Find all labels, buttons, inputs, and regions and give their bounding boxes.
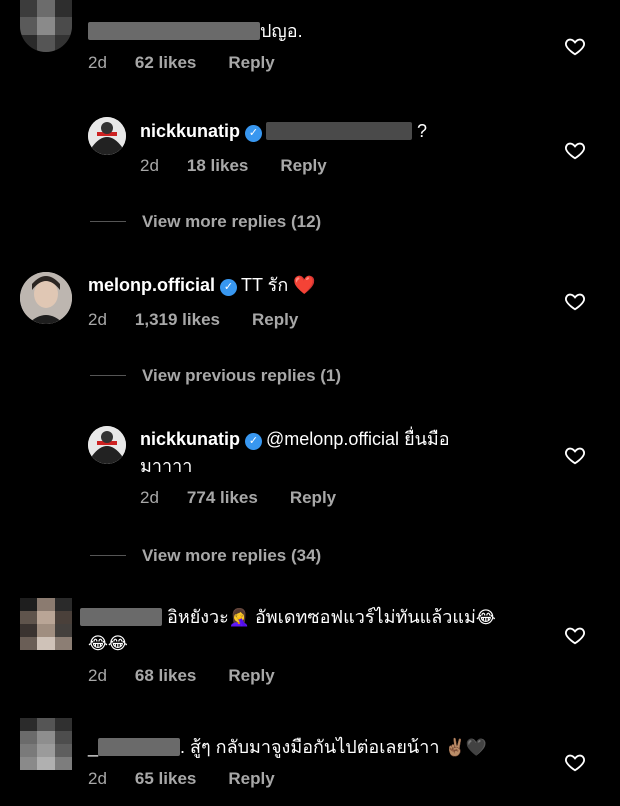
username[interactable]: nickkunatip (140, 429, 240, 449)
red-heart-emoji: ❤️ (293, 275, 316, 295)
comment-text: melonp.official ✓ TT รัก ❤️ (88, 275, 316, 296)
redacted-text (88, 22, 260, 40)
reply-button[interactable]: Reply (228, 666, 274, 685)
comment-text: nickkunatip ✓ @melonp.official ยื่นมือ (140, 429, 450, 450)
heart-outline-icon[interactable] (564, 139, 586, 161)
reply-button[interactable]: Reply (252, 310, 298, 329)
laughing-emoji: 😂 (475, 608, 496, 627)
timestamp: 2d (140, 156, 159, 175)
comment-text: _. สู้ๆ กลับมาจูงมือกันไปต่อเลยน้าา ✌🏽🖤 (88, 737, 487, 757)
avatar[interactable] (88, 426, 126, 464)
redacted-username (80, 608, 162, 626)
facepalm-emoji: 🤦‍♀️ (228, 608, 250, 627)
mention-link[interactable]: @melonp.official (266, 429, 399, 449)
comment-text-continued: 😂😂 (88, 632, 128, 655)
username[interactable]: nickkunatip (140, 121, 240, 141)
redacted-text (266, 122, 413, 140)
comment-meta: 2d 774 likes Reply (140, 488, 368, 508)
comment-row: melonp.official ✓ TT รัก ❤️ 2d 1,319 likes R… (0, 270, 620, 340)
comment-row: _. สู้ๆ กลับมาจูงมือกันไปต่อเลยน้าา ✌🏽🖤 … (0, 716, 620, 806)
avatar[interactable] (20, 718, 72, 770)
reply-button[interactable]: Reply (228, 53, 274, 72)
verified-badge-icon: ✓ (245, 125, 263, 142)
comment-text-continued: มาาาา (140, 456, 193, 476)
comment-text: อิหยังวะ🤦‍♀️ อัพเดทซอฟแวร์ไม่ทันแล้วแม่😂 (80, 606, 496, 629)
timestamp: 2d (140, 488, 159, 507)
avatar[interactable] (20, 272, 72, 324)
like-count[interactable]: 18 likes (187, 156, 248, 175)
comment-row: อิหยังวะ🤦‍♀️ อัพเดทซอฟแวร์ไม่ทันแล้วแม่😂… (0, 596, 620, 696)
divider (90, 555, 126, 556)
like-count[interactable]: 62 likes (135, 53, 196, 72)
reply-button[interactable]: Reply (280, 156, 326, 175)
heart-outline-icon[interactable] (564, 444, 586, 466)
verified-badge-icon: ✓ (220, 279, 238, 296)
heart-outline-icon[interactable] (564, 624, 586, 646)
like-count[interactable]: 1,319 likes (135, 310, 220, 329)
comment-row: ปญอ. 2d 62 likes Reply (0, 0, 620, 90)
timestamp: 2d (88, 53, 107, 72)
timestamp: 2d (88, 310, 107, 329)
comment-meta: 2d 1,319 likes Reply (88, 310, 330, 330)
verified-badge-icon: ✓ (245, 433, 263, 450)
comment-text: nickkunatip ✓ ? (140, 121, 428, 142)
divider (90, 221, 126, 222)
avatar[interactable] (20, 0, 72, 52)
view-more-replies-button[interactable]: View more replies (12) (90, 212, 321, 232)
reply-row: nickkunatip ✓ ? 2d 18 likes Reply (0, 110, 620, 190)
avatar[interactable] (88, 117, 126, 155)
view-more-replies-button[interactable]: View more replies (34) (90, 546, 321, 566)
comment-text: ปญอ. (88, 20, 303, 42)
comment-meta: 2d 68 likes Reply (88, 666, 307, 686)
like-count[interactable]: 65 likes (135, 769, 196, 788)
username[interactable]: melonp.official (88, 275, 215, 295)
comment-meta: 2d 18 likes Reply (140, 156, 359, 176)
comment-meta: 2d 65 likes Reply (88, 769, 307, 789)
peace-heart-emoji: ✌🏽🖤 (444, 738, 487, 757)
reply-row: nickkunatip ✓ @melonp.official ยื่นมือ มาา… (0, 420, 620, 520)
reply-button[interactable]: Reply (228, 769, 274, 788)
like-count[interactable]: 774 likes (187, 488, 258, 507)
like-count[interactable]: 68 likes (135, 666, 196, 685)
view-previous-replies-button[interactable]: View previous replies (1) (90, 366, 341, 386)
comment-meta: 2d 62 likes Reply (88, 53, 307, 73)
redacted-username (98, 738, 181, 756)
heart-outline-icon[interactable] (564, 290, 586, 312)
heart-outline-icon[interactable] (564, 751, 586, 773)
avatar[interactable] (20, 598, 72, 650)
laughing-emoji: 😂😂 (88, 634, 128, 653)
heart-outline-icon[interactable] (564, 35, 586, 57)
divider (90, 375, 126, 376)
timestamp: 2d (88, 666, 107, 685)
timestamp: 2d (88, 769, 107, 788)
reply-button[interactable]: Reply (290, 488, 336, 507)
